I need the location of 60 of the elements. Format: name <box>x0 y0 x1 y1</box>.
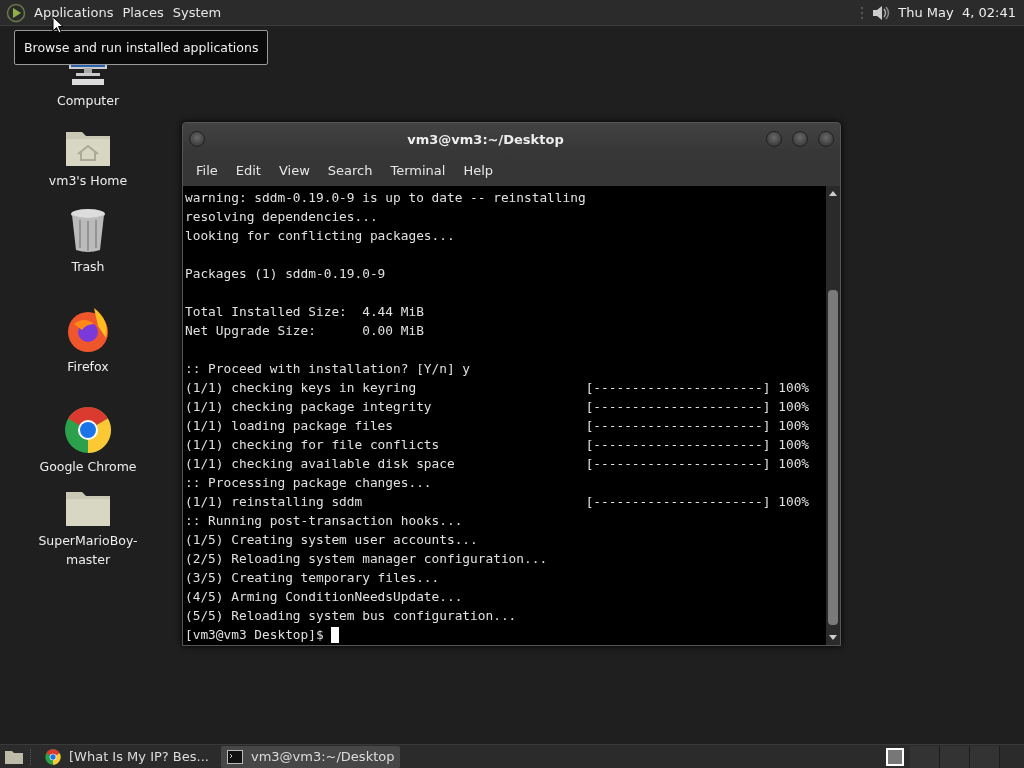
terminal-line: (1/1) checking package integrity [----------------------] 100% <box>185 398 810 416</box>
text-cursor <box>331 626 340 643</box>
taskbar-button[interactable]: [What Is My IP? Bes... <box>39 745 215 768</box>
clock[interactable]: Thu May 4, 02:41 <box>898 5 1016 20</box>
chrome-icon[interactable] <box>64 406 112 454</box>
workspace-cell[interactable] <box>940 745 970 768</box>
terminal-line: (3/5) Creating temporary files... <box>185 569 440 587</box>
handle-icon <box>860 5 865 20</box>
scrollbar-thumb[interactable] <box>828 290 838 625</box>
terminal-line: (1/1) checking for file conflicts [----------------------] 100% <box>185 436 810 454</box>
desktop-icon-label[interactable]: Firefox <box>38 357 138 376</box>
scroll-up-icon[interactable] <box>828 189 838 197</box>
terminal-line: :: Processing package changes... <box>185 474 432 492</box>
desktop-icon-label[interactable]: vm3's Home <box>38 171 138 190</box>
shell-prompt: [vm3@vm3 Desktop]$ <box>185 626 325 644</box>
panel-menu[interactable]: Applications <box>34 5 123 20</box>
close-button[interactable] <box>818 131 834 147</box>
terminal-line: (1/1) checking available disk space [----------------------] 100% <box>185 455 810 473</box>
trash-icon[interactable] <box>68 208 108 254</box>
terminal-line: (4/5) Arming ConditionNeedsUpdate... <box>185 588 463 606</box>
desktop-icon-label[interactable]: Computer <box>38 91 138 110</box>
terminal-line: :: Running post-transaction hooks... <box>185 512 463 530</box>
play-logo-icon[interactable] <box>6 2 26 23</box>
panel-menu[interactable]: Places <box>122 5 173 20</box>
desktop-icon-label[interactable]: SuperMarioBoy-master <box>38 531 138 569</box>
terminal-line: resolving dependencies... <box>185 208 378 226</box>
taskbar-button[interactable]: vm3@vm3:~/Desktop <box>220 745 401 768</box>
terminal-line: warning: sddm-0.19.0-9 is up to date -- reinstalling <box>185 189 586 207</box>
terminal-line: Packages (1) sddm-0.19.0-9 <box>185 265 386 283</box>
menu-item[interactable]: Terminal <box>381 163 455 178</box>
menu-item[interactable]: View <box>269 163 319 178</box>
terminal-line: (1/1) checking keys in keyring [----------------------] 100% <box>185 379 810 397</box>
terminal-line: looking for conflicting packages... <box>185 227 455 245</box>
menu-item[interactable]: Search <box>318 163 382 178</box>
window-title: vm3@vm3:~/Desktop <box>406 131 565 147</box>
scroll-down-icon[interactable] <box>828 634 838 642</box>
menu-item[interactable]: Edit <box>226 163 270 178</box>
maximize-button[interactable] <box>792 131 808 147</box>
terminal-line: (1/1) loading package files [----------------------] 100% <box>185 417 810 435</box>
terminal-line: (1/5) Creating system user accounts... <box>185 531 478 549</box>
desktop-icon-label[interactable]: Google Chrome <box>38 457 138 476</box>
workspace-cell[interactable] <box>910 745 940 768</box>
desktop-icon-label[interactable]: Trash <box>38 257 138 276</box>
workspace-cell[interactable] <box>970 745 1000 768</box>
menu-item[interactable]: Help <box>454 163 503 178</box>
terminal-icon <box>226 749 243 764</box>
terminal-line: :: Proceed with installation? [Y/n] y <box>185 360 471 378</box>
window-menu-button[interactable] <box>189 131 205 147</box>
terminal-line: (1/1) reinstalling sddm [----------------------] 100% <box>185 493 810 511</box>
terminal-line: (2/5) Reloading system manager configuration... <box>185 550 548 568</box>
terminal-line: Total Installed Size: 4.44 MiB <box>185 303 424 321</box>
terminal-line: (5/5) Reloading system bus configuration... <box>185 607 517 625</box>
minimize-button[interactable] <box>766 131 782 147</box>
terminal-line: Net Upgrade Size: 0.00 MiB <box>185 322 424 340</box>
tooltip: Browse and run installed applications <box>14 30 269 65</box>
folder-icon[interactable] <box>4 748 24 765</box>
scrollbar[interactable] <box>826 186 840 645</box>
panel-menu[interactable]: System <box>172 5 231 20</box>
menu-item[interactable]: File <box>187 163 227 178</box>
chrome-icon <box>45 748 61 765</box>
